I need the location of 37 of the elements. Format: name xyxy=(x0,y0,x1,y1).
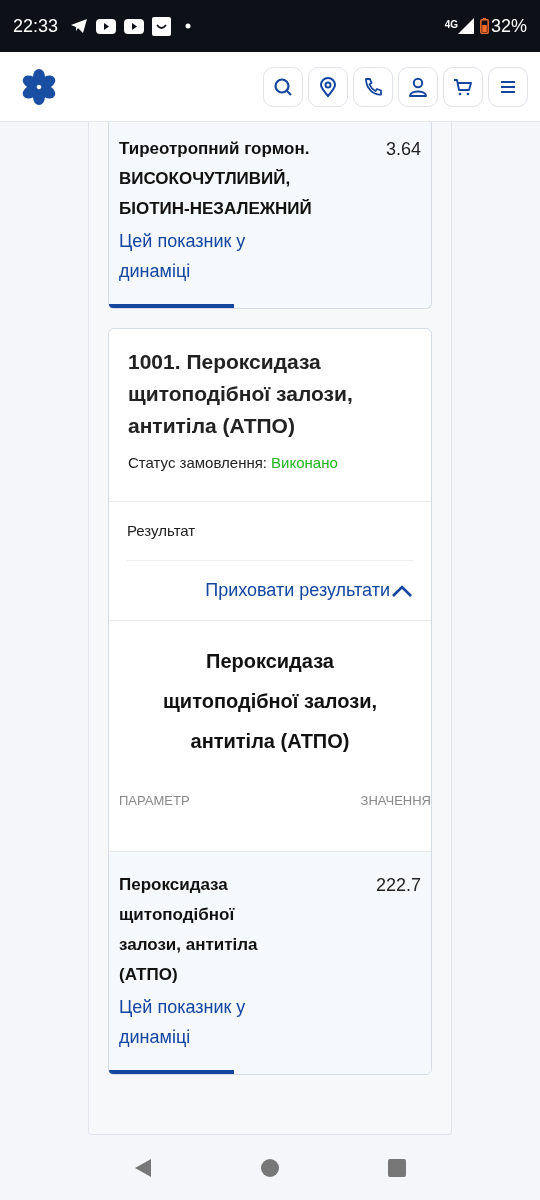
column-header: ПАРАМЕТР xyxy=(119,792,190,810)
bag-icon xyxy=(152,16,172,36)
battery-level: 32% xyxy=(490,14,527,38)
search-icon xyxy=(272,75,294,98)
clock: 22:33 xyxy=(13,14,59,38)
result-label: Результат xyxy=(127,501,413,561)
user-icon xyxy=(407,75,429,98)
search-button[interactable] xyxy=(263,66,303,107)
result-value: 3.64 xyxy=(385,138,421,161)
map-pin-button[interactable] xyxy=(308,66,348,107)
map-pin-icon xyxy=(317,75,339,98)
cart-button[interactable] xyxy=(443,66,483,107)
column-header: ЗНАЧЕННЯ xyxy=(360,792,431,810)
back-icon[interactable] xyxy=(134,1157,153,1178)
play-icon xyxy=(124,18,145,34)
order-title: 1001. Пероксидаза щитоподібної залози, антитіла (АТПО) xyxy=(128,349,354,439)
phone-icon xyxy=(362,75,384,98)
status-value: Виконано xyxy=(271,453,338,473)
status-label: Статус замовлення: xyxy=(128,453,268,473)
signal-icon xyxy=(457,18,474,34)
menu-button[interactable] xyxy=(488,66,528,107)
parameter-name: Тиреотропний гормон. ВИСОКОЧУТЛИВИЙ, БІОТИН-НЕЗАЛЕЖНИЙ xyxy=(119,138,313,220)
trend-link[interactable]: Цей показник у динаміці xyxy=(119,226,279,286)
result-title: Пероксидаза щитоподібної залози, антитіла (АТПО) xyxy=(162,649,378,754)
network-label: 4G xyxy=(444,18,458,32)
play-icon xyxy=(96,18,117,34)
parameter-name: Пероксидаза щитоподібної залози, антитіла (АТПО) xyxy=(119,873,259,986)
flower-logo-icon xyxy=(21,68,57,105)
recents-icon[interactable] xyxy=(387,1158,406,1177)
user-button[interactable] xyxy=(398,66,438,107)
home-icon[interactable] xyxy=(261,1158,279,1177)
phone-button[interactable] xyxy=(353,66,393,107)
paper-plane-icon xyxy=(70,18,89,34)
trend-link[interactable]: Цей показник у динаміці xyxy=(119,991,279,1052)
battery-icon xyxy=(479,18,489,34)
result-value: 222.7 xyxy=(375,873,421,897)
hide-results-link[interactable]: Приховати результати xyxy=(127,561,413,620)
